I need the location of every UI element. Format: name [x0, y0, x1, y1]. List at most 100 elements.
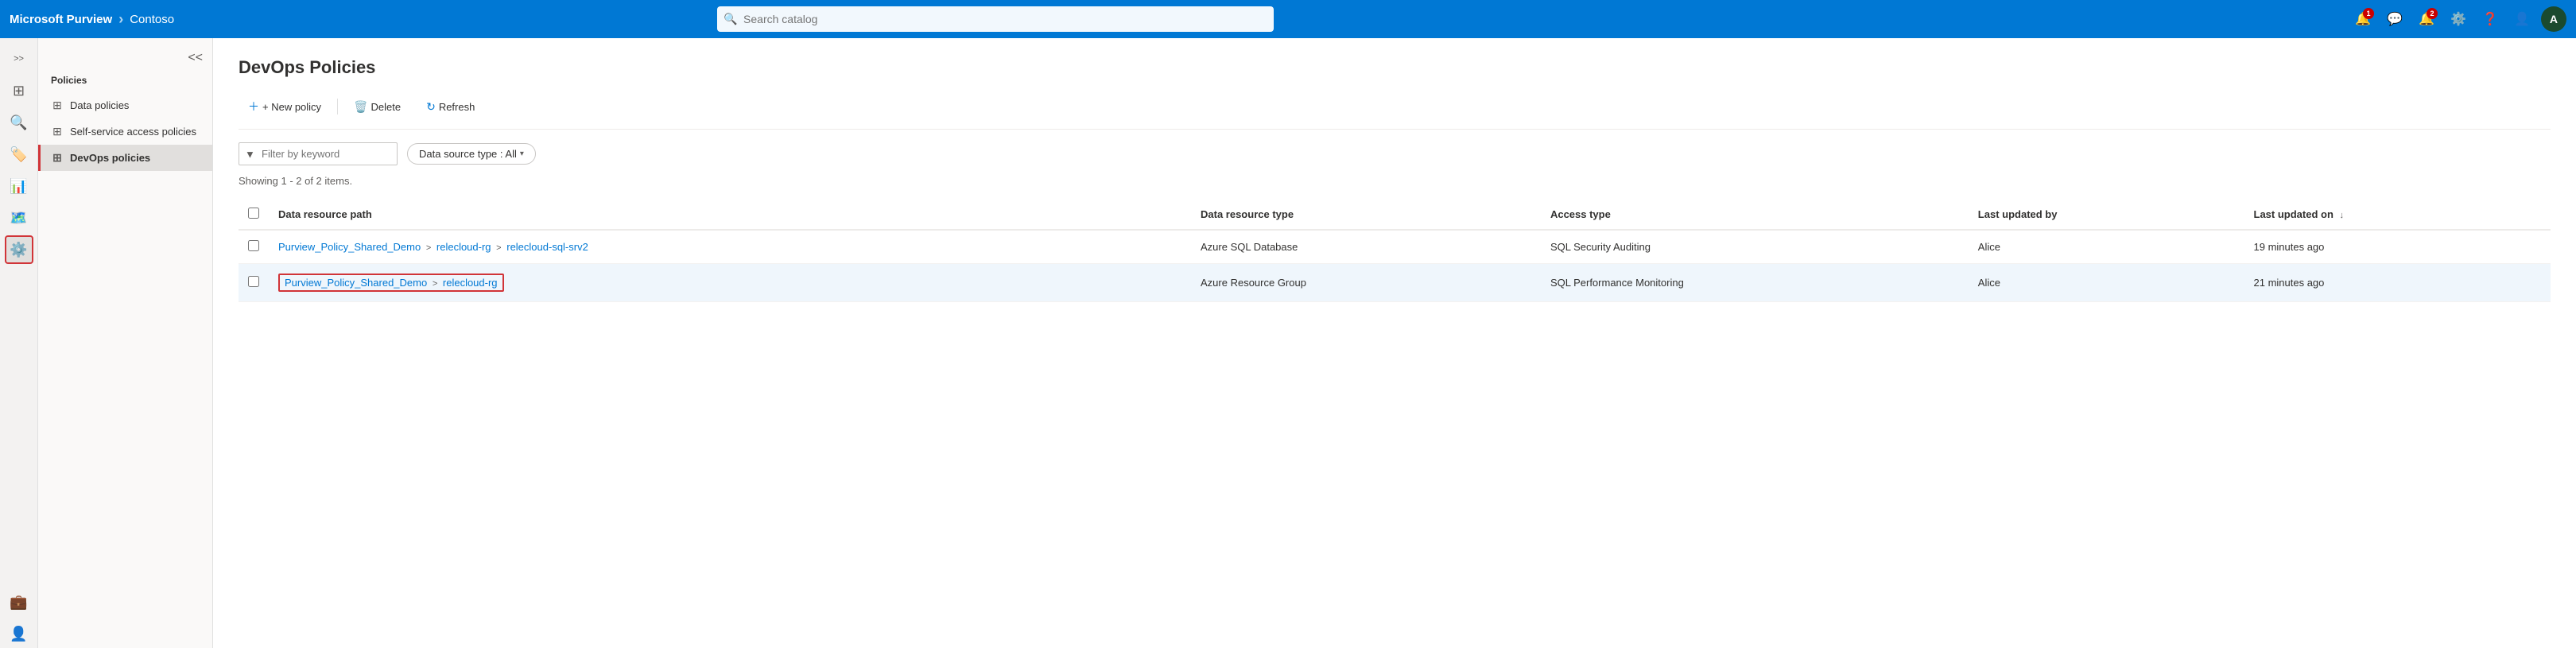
search-bar-container: 🔍 — [717, 6, 1274, 32]
feedback-button[interactable]: 👤 — [2509, 6, 2535, 32]
search-icon: 🔍 — [724, 13, 737, 26]
nav-section-label: Policies — [38, 72, 212, 92]
select-all-checkbox[interactable] — [248, 208, 259, 219]
page-title: DevOps Policies — [239, 57, 2551, 78]
delete-label: Delete — [371, 101, 402, 113]
sidebar-icon-help[interactable]: 👤 — [5, 619, 33, 648]
sidebar-icon-glossary[interactable]: 🏷️ — [5, 140, 33, 169]
sidebar-icon-management[interactable]: 💼 — [5, 588, 33, 616]
row1-chevron2: > — [496, 243, 501, 253]
datasource-type-filter[interactable]: Data source type : All ▾ — [407, 143, 536, 165]
row1-checkbox-cell[interactable] — [239, 230, 269, 264]
chat-button[interactable]: 💬 — [2382, 6, 2407, 32]
row2-path-end: relecloud-rg — [443, 277, 498, 289]
sidebar-icon-insights[interactable]: 📊 — [5, 172, 33, 200]
filter-keyword-input[interactable] — [239, 142, 398, 165]
top-nav: Microsoft Purview › Contoso 🔍 🔔 1 💬 🔔 2 … — [0, 0, 2576, 38]
sidebar-icon-map[interactable]: 🗺️ — [5, 204, 33, 232]
sidebar-item-devops-policies[interactable]: ⊞ DevOps policies — [38, 145, 212, 171]
row1-updated-by: Alice — [1969, 230, 2244, 264]
th-data-resource-path-label: Data resource path — [278, 208, 372, 220]
th-data-resource-type-label: Data resource type — [1201, 208, 1294, 220]
brand: Microsoft Purview › Contoso — [10, 11, 174, 28]
row1-path-link[interactable]: Purview_Policy_Shared_Demo > relecloud-r… — [278, 241, 588, 253]
table-body: Purview_Policy_Shared_Demo > relecloud-r… — [239, 230, 2551, 302]
row1-access-type: SQL Security Auditing — [1541, 230, 1969, 264]
sidebar-item-data-policies-label: Data policies — [70, 99, 129, 111]
delete-icon: 🗑️ — [354, 100, 367, 114]
datasource-filter-chevron: ▾ — [520, 149, 524, 158]
icon-sidebar: >> ⊞ 🔍 🏷️ 📊 🗺️ ⚙️ 💼 👤 — [0, 38, 38, 648]
th-data-resource-path[interactable]: Data resource path — [269, 200, 1191, 230]
tenant-name: Contoso — [130, 13, 174, 26]
main-content: DevOps Policies ＋ + New policy 🗑️ Delete… — [213, 38, 2576, 648]
th-last-updated-on[interactable]: Last updated on ↓ — [2244, 200, 2551, 230]
table-row: Purview_Policy_Shared_Demo > relecloud-r… — [239, 230, 2551, 264]
notification2-button[interactable]: 🔔 2 — [2414, 6, 2439, 32]
row2-path-box: Purview_Policy_Shared_Demo > relecloud-r… — [278, 274, 504, 292]
table-row: Purview_Policy_Shared_Demo > relecloud-r… — [239, 264, 2551, 302]
self-service-policies-icon: ⊞ — [51, 125, 64, 138]
data-table: Data resource path Data resource type Ac… — [239, 200, 2551, 302]
row2-chevron1: > — [433, 279, 437, 289]
th-last-updated-on-label: Last updated on — [2254, 208, 2334, 220]
row2-path-link[interactable]: Purview_Policy_Shared_Demo > relecloud-r… — [285, 277, 498, 289]
filter-row: ▼ Data source type : All ▾ — [239, 142, 2551, 165]
sidebar-item-self-service-label: Self-service access policies — [70, 126, 196, 138]
search-input[interactable] — [717, 6, 1274, 32]
sidebar-item-self-service-policies[interactable]: ⊞ Self-service access policies — [38, 118, 212, 145]
app-body: >> ⊞ 🔍 🏷️ 📊 🗺️ ⚙️ 💼 👤 << Policies ⊞ Data… — [0, 38, 2576, 648]
select-all-header[interactable] — [239, 200, 269, 230]
sidebar-item-devops-label: DevOps policies — [70, 152, 150, 164]
refresh-label: Refresh — [439, 101, 475, 113]
expand-sidebar-button[interactable]: >> — [5, 45, 33, 73]
notification1-button[interactable]: 🔔 1 — [2350, 6, 2376, 32]
table-header-row: Data resource path Data resource type Ac… — [239, 200, 2551, 230]
new-policy-label: + New policy — [262, 101, 321, 113]
row1-path-prefix: Purview_Policy_Shared_Demo — [278, 241, 421, 253]
toolbar: ＋ + New policy 🗑️ Delete ↻ Refresh — [239, 94, 2551, 130]
row2-checkbox[interactable] — [248, 276, 259, 287]
datasource-type-label: Data source type : All — [419, 148, 517, 160]
row2-path-cell: Purview_Policy_Shared_Demo > relecloud-r… — [269, 264, 1191, 302]
new-policy-button[interactable]: ＋ + New policy — [239, 94, 331, 119]
sidebar-icon-policies[interactable]: ⚙️ — [5, 235, 33, 264]
devops-policies-icon: ⊞ — [51, 151, 64, 165]
collapse-sidebar-button[interactable]: << — [188, 51, 203, 65]
th-last-updated-by-label: Last updated by — [1978, 208, 2058, 220]
row2-access-type: SQL Performance Monitoring — [1541, 264, 1969, 302]
toolbar-separator — [337, 99, 338, 114]
row1-chevron1: > — [426, 243, 431, 253]
delete-button[interactable]: 🗑️ Delete — [344, 95, 410, 118]
help-button[interactable]: ❓ — [2477, 6, 2503, 32]
row1-path-end: relecloud-sql-srv2 — [506, 241, 588, 253]
notification2-badge: 2 — [2427, 8, 2438, 19]
th-data-resource-type[interactable]: Data resource type — [1191, 200, 1541, 230]
row1-resource-type: Azure SQL Database — [1191, 230, 1541, 264]
row1-checkbox[interactable] — [248, 240, 259, 251]
refresh-button[interactable]: ↻ Refresh — [417, 95, 484, 118]
filter-input-wrap: ▼ — [239, 142, 398, 165]
row2-path-prefix: Purview_Policy_Shared_Demo — [285, 277, 427, 289]
row1-updated-on: 19 minutes ago — [2244, 230, 2551, 264]
th-last-updated-by[interactable]: Last updated by — [1969, 200, 2244, 230]
row2-updated-on: 21 minutes ago — [2244, 264, 2551, 302]
sidebar-item-data-policies[interactable]: ⊞ Data policies — [38, 92, 212, 118]
data-policies-icon: ⊞ — [51, 99, 64, 112]
row2-checkbox-cell[interactable] — [239, 264, 269, 302]
nav-actions: 🔔 1 💬 🔔 2 ⚙️ ❓ 👤 A — [2350, 6, 2566, 32]
new-policy-icon: ＋ — [248, 99, 259, 114]
sidebar-icon-home[interactable]: ⊞ — [5, 76, 33, 105]
settings-button[interactable]: ⚙️ — [2446, 6, 2471, 32]
brand-separator: › — [118, 11, 123, 28]
row2-updated-by: Alice — [1969, 264, 2244, 302]
refresh-icon: ↻ — [426, 100, 436, 114]
th-access-type[interactable]: Access type — [1541, 200, 1969, 230]
avatar-button[interactable]: A — [2541, 6, 2566, 32]
sidebar-collapse-area: << — [38, 51, 212, 72]
th-access-type-label: Access type — [1550, 208, 1611, 220]
row2-resource-type: Azure Resource Group — [1191, 264, 1541, 302]
results-info: Showing 1 - 2 of 2 items. — [239, 175, 2551, 187]
filter-icon: ▼ — [245, 148, 255, 160]
sidebar-icon-catalog[interactable]: 🔍 — [5, 108, 33, 137]
